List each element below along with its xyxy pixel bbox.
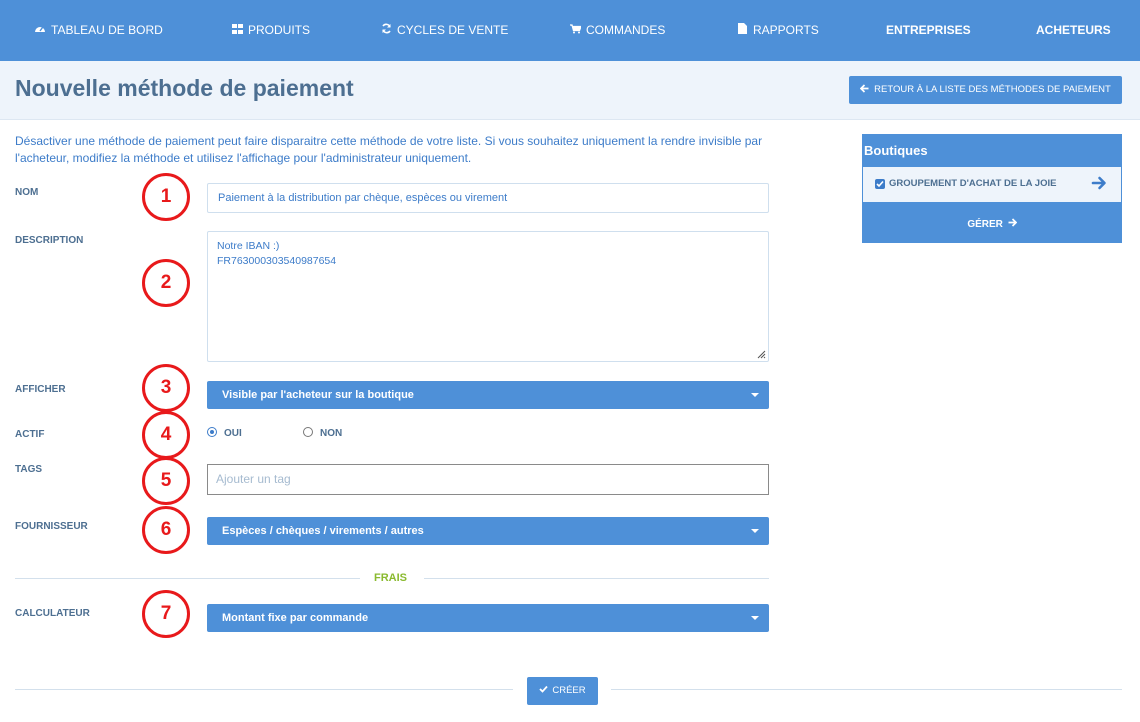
nav-dashboard-label: Tableau de bord	[51, 23, 163, 37]
nav-orders-label: Commandes	[586, 23, 666, 37]
nav-products-label: Produits	[248, 23, 311, 37]
manage-shops-label: Gérer	[967, 219, 1003, 230]
arrow-right-icon	[1008, 218, 1017, 230]
annotation-3: 3	[142, 364, 190, 412]
nav-sales-cycles-label: Cycles de vente	[397, 23, 509, 37]
create-button-label: Créer	[552, 685, 586, 696]
nav-reports[interactable]: Rapports	[736, 0, 819, 61]
tags-label: Tags	[15, 464, 43, 475]
grid-icon	[231, 1, 243, 62]
fournisseur-value: Espèces / chèques / virements / autres	[222, 525, 424, 537]
arrow-right-icon[interactable]	[1091, 175, 1107, 191]
section-frais-title: Frais	[374, 572, 407, 584]
refresh-icon	[380, 1, 392, 62]
shop-item[interactable]: Groupement d'achat de la joie	[863, 167, 1121, 202]
nav-products[interactable]: Produits	[231, 0, 310, 61]
description-label: Description	[15, 235, 84, 246]
actif-non-radio[interactable]: Non	[303, 427, 342, 441]
actif-oui-radio[interactable]: Oui	[207, 427, 242, 441]
nom-value: Paiement à la distribution par chèque, e…	[218, 192, 508, 204]
page-title: Nouvelle méthode de paiement	[15, 75, 354, 101]
description-textarea[interactable]: Notre IBAN :) FR763000303540987654	[207, 231, 769, 362]
annotation-6: 6	[142, 506, 190, 554]
calculateur-value: Montant fixe par commande	[222, 612, 369, 624]
annotation-5: 5	[142, 457, 190, 505]
fournisseur-select[interactable]: Espèces / chèques / virements / autres	[207, 517, 769, 545]
nav-companies-label: Entreprises	[886, 23, 971, 37]
shop-name: Groupement d'achat de la joie	[889, 178, 1057, 189]
checkbox-checked-icon[interactable]	[875, 179, 885, 189]
back-to-list-button[interactable]: Retour à la liste des méthodes de paieme…	[849, 76, 1122, 104]
cart-icon	[569, 1, 582, 62]
dashboard-icon	[34, 1, 46, 62]
afficher-select[interactable]: Visible par l'acheteur sur la boutique	[207, 381, 769, 409]
afficher-label: Afficher	[15, 384, 66, 395]
fournisseur-label: Fournisseur	[15, 521, 88, 532]
nav-reports-label: Rapports	[753, 23, 819, 37]
radio-checked-icon	[207, 427, 217, 437]
caret-down-icon	[751, 393, 759, 397]
resize-grip-icon[interactable]	[756, 349, 766, 359]
nom-input[interactable]: Paiement à la distribution par chèque, e…	[207, 183, 769, 213]
file-icon	[736, 1, 748, 62]
nav-sales-cycles[interactable]: Cycles de vente	[380, 0, 508, 61]
manage-shops-button[interactable]: Gérer	[862, 218, 1122, 230]
caret-down-icon	[751, 529, 759, 533]
shops-panel-title: Boutiques	[864, 143, 928, 158]
create-button[interactable]: Créer	[527, 677, 598, 705]
nav-dashboard[interactable]: Tableau de bord	[34, 0, 163, 61]
caret-down-icon	[751, 616, 759, 620]
arrow-left-icon	[859, 77, 869, 105]
section-divider-left	[15, 578, 360, 579]
tags-placeholder: Ajouter un tag	[216, 472, 291, 486]
footer-divider-right	[611, 689, 1122, 690]
nav-buyers[interactable]: Acheteurs	[1036, 0, 1111, 61]
actif-non-label: Non	[320, 428, 343, 439]
section-divider-right	[424, 578, 769, 579]
footer-divider-left	[15, 689, 513, 690]
check-icon	[539, 677, 549, 705]
annotation-7: 7	[142, 590, 190, 638]
afficher-value: Visible par l'acheteur sur la boutique	[222, 389, 414, 401]
description-line-2: FR763000303540987654	[217, 255, 337, 267]
radio-unchecked-icon	[303, 427, 313, 437]
annotation-1: 1	[142, 173, 190, 221]
tags-input[interactable]: Ajouter un tag	[207, 464, 769, 495]
description-line-1: Notre IBAN :)	[217, 240, 280, 252]
actif-label: Actif	[15, 429, 45, 440]
back-to-list-label: Retour à la liste des méthodes de paieme…	[874, 84, 1111, 95]
nom-label: Nom	[15, 187, 39, 198]
calculateur-select[interactable]: Montant fixe par commande	[207, 604, 769, 632]
shops-panel: Boutiques Groupement d'achat de la joie …	[862, 134, 1122, 243]
top-nav: Tableau de bord Produits Cycles de vente…	[0, 0, 1140, 61]
actif-oui-label: Oui	[224, 428, 242, 439]
calculateur-label: Calculateur	[15, 608, 90, 619]
annotation-4: 4	[142, 411, 190, 459]
annotation-2: 2	[142, 259, 190, 307]
nav-orders[interactable]: Commandes	[569, 0, 665, 61]
nav-companies[interactable]: Entreprises	[886, 0, 971, 61]
info-text: Désactiver une méthode de paiement peut …	[15, 134, 763, 165]
nav-buyers-label: Acheteurs	[1036, 23, 1111, 37]
